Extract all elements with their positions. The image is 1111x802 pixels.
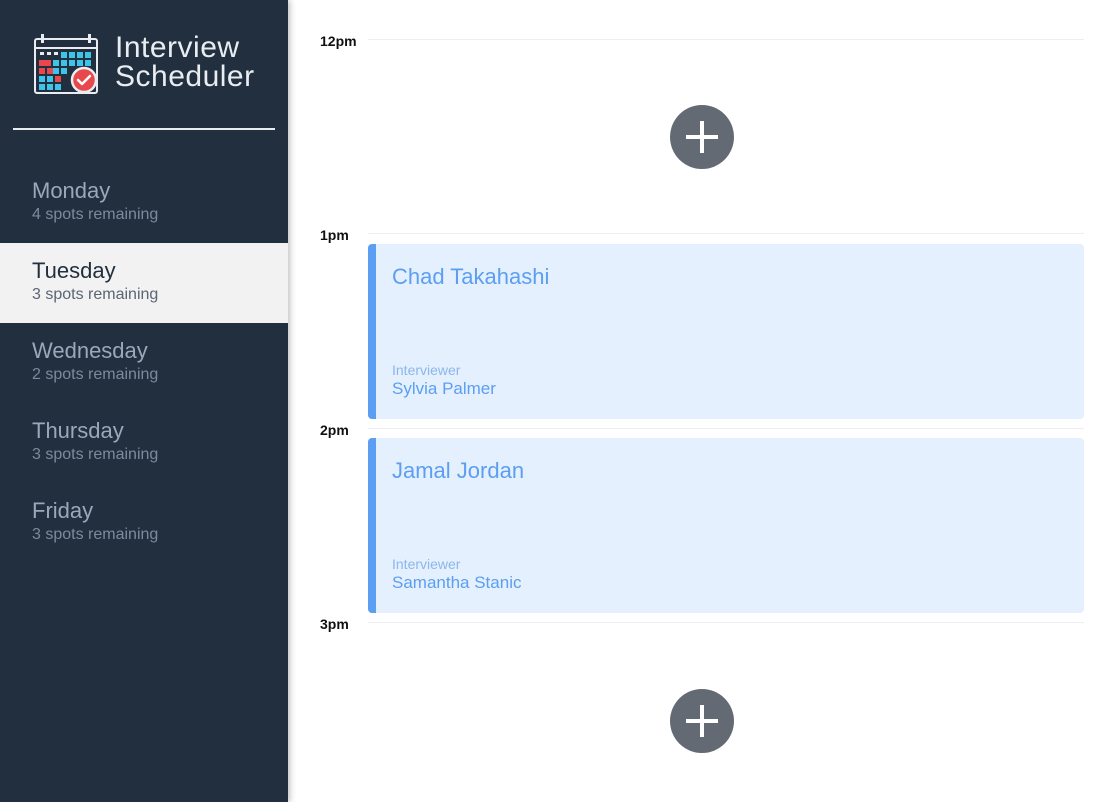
day-name: Thursday bbox=[32, 418, 124, 443]
day-name: Friday bbox=[32, 498, 94, 523]
calendar-check-icon bbox=[34, 34, 98, 94]
interviewer-label: Interviewer bbox=[392, 556, 461, 572]
day-item-tuesday[interactable]: Tuesday 3 spots remaining bbox=[0, 243, 288, 323]
brand: Interview Scheduler bbox=[34, 31, 255, 96]
sidebar: Interview Scheduler Monday 4 spots remai… bbox=[0, 0, 288, 802]
app-title-line1: Interview bbox=[115, 31, 240, 64]
day-item-friday[interactable]: Friday 3 spots remaining bbox=[0, 483, 288, 563]
day-name: Tuesday bbox=[32, 258, 116, 283]
day-item-thursday[interactable]: Thursday 3 spots remaining bbox=[0, 403, 288, 483]
app-title: Interview Scheduler bbox=[115, 31, 255, 93]
app-title-line2: Scheduler bbox=[115, 60, 255, 93]
day-spots: 3 spots remaining bbox=[32, 446, 159, 463]
day-name: Monday bbox=[32, 178, 111, 203]
time-divider bbox=[368, 39, 1084, 40]
time-label-2pm: 2pm bbox=[320, 422, 349, 438]
day-spots: 3 spots remaining bbox=[32, 286, 159, 303]
interviewer-name: Sylvia Palmer bbox=[392, 379, 496, 398]
add-appointment-button[interactable] bbox=[670, 689, 734, 753]
interviewer-label: Interviewer bbox=[392, 362, 461, 378]
time-label-1pm: 1pm bbox=[320, 227, 349, 243]
day-spots: 2 spots remaining bbox=[32, 366, 159, 383]
appointment-card[interactable]: Chad Takahashi Interviewer Sylvia Palmer bbox=[368, 244, 1084, 419]
day-item-wednesday[interactable]: Wednesday 2 spots remaining bbox=[0, 323, 288, 403]
day-item-monday[interactable]: Monday 4 spots remaining bbox=[0, 163, 288, 243]
student-name: Jamal Jordan bbox=[392, 458, 525, 483]
day-name: Wednesday bbox=[32, 338, 148, 363]
day-list: Monday 4 spots remaining Tuesday 3 spots… bbox=[0, 163, 288, 563]
day-spots: 3 spots remaining bbox=[32, 526, 159, 543]
time-divider bbox=[368, 428, 1084, 429]
appointment-card[interactable]: Jamal Jordan Interviewer Samantha Stanic bbox=[368, 438, 1084, 613]
sidebar-divider bbox=[13, 128, 275, 130]
student-name: Chad Takahashi bbox=[392, 264, 550, 289]
day-spots: 4 spots remaining bbox=[32, 206, 159, 223]
time-label-12pm: 12pm bbox=[320, 33, 357, 49]
add-appointment-button[interactable] bbox=[670, 105, 734, 169]
time-divider bbox=[368, 233, 1084, 234]
time-label-3pm: 3pm bbox=[320, 616, 349, 632]
time-divider bbox=[368, 622, 1084, 623]
interviewer-name: Samantha Stanic bbox=[392, 573, 522, 592]
